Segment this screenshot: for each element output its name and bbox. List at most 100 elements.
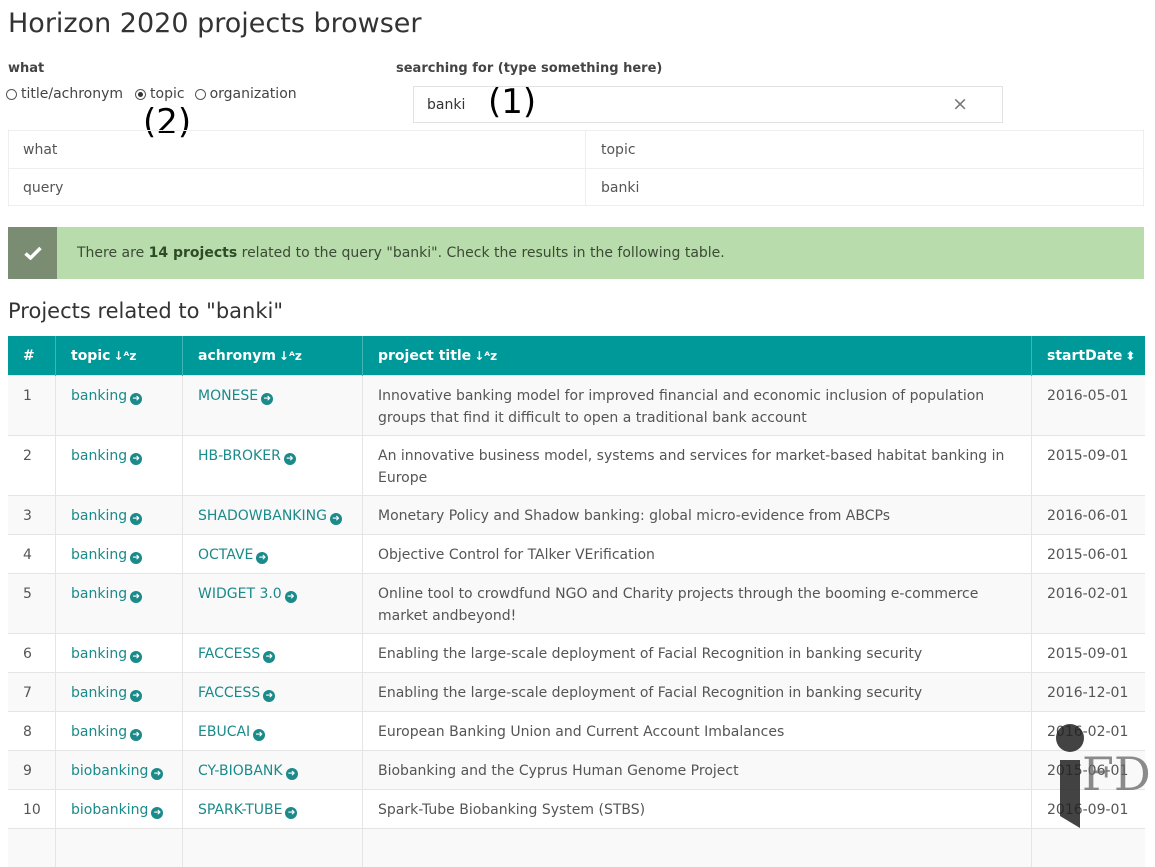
row-number: 2 [8, 436, 56, 496]
arrow-circle-right-icon[interactable]: ➜ [263, 651, 275, 663]
arrow-circle-right-icon[interactable]: ➜ [285, 807, 297, 819]
radio-circle[interactable] [135, 89, 146, 100]
arrow-circle-right-icon[interactable]: ➜ [130, 729, 142, 741]
arrow-circle-right-icon[interactable]: ➜ [253, 729, 265, 741]
table-row: 1banking➜MONESE➜Innovative banking model… [8, 376, 1145, 436]
row-start-date: 2015-09-01 [1032, 436, 1146, 496]
radio-label: title/achronym [21, 86, 123, 102]
topic-link[interactable]: banking➜ [71, 685, 142, 701]
row-project-title [363, 829, 1032, 867]
row-start-date: 2016-02-01 [1032, 574, 1146, 634]
row-acronym: FACCESS➜ [183, 673, 363, 712]
radio-circle[interactable] [6, 89, 17, 100]
table-row: 8 banking➜ EBUCAI➜ European Banking Union a… [8, 712, 1145, 751]
acronym-link[interactable]: HB-BROKER➜ [198, 448, 296, 464]
row-project-title: Innovative banking model for improved fi… [363, 376, 1032, 436]
topic-link[interactable]: banking➜ [71, 508, 142, 524]
arrow-circle-right-icon[interactable]: ➜ [130, 513, 142, 525]
acronym-link[interactable]: SHADOWBANKING➜ [198, 508, 342, 524]
search-label: searching for (type something here) [396, 61, 662, 76]
header-topic[interactable]: topic↓ᴬᴢ [56, 336, 183, 376]
row-start-date: 2016-05-01 [1032, 376, 1146, 436]
arrow-circle-right-icon[interactable]: ➜ [130, 651, 142, 663]
results-heading: Projects related to "banki" [8, 299, 283, 323]
radio-circle[interactable] [195, 89, 206, 100]
arrow-circle-right-icon[interactable]: ➜ [130, 453, 142, 465]
row-project-title: Monetary Policy and Shadow banking: glob… [363, 496, 1032, 535]
row-topic: banking➜ [56, 673, 183, 712]
summary-key: what [8, 131, 586, 169]
radio-title-achronym[interactable]: title/achronym [6, 86, 123, 102]
alert-suffix: related to the query "banki". Check the … [237, 245, 725, 261]
acronym-link[interactable]: CY-BIOBANK➜ [198, 763, 298, 779]
header-start-date[interactable]: startDate⬍ [1032, 336, 1146, 376]
topic-link[interactable]: banking➜ [71, 448, 142, 464]
acronym-link[interactable]: WIDGET 3.0➜ [198, 586, 297, 602]
row-start-date: 2016-09-01 [1032, 790, 1146, 829]
row-start-date: 2016-02-01 [1032, 712, 1146, 751]
arrow-circle-right-icon[interactable]: ➜ [130, 552, 142, 564]
acronym-link[interactable]: FACCESS➜ [198, 646, 275, 662]
summary-row: what topic [8, 131, 1144, 169]
sort-alpha-icon[interactable]: ↓ᴬᴢ [279, 349, 302, 363]
results-table: # topic↓ᴬᴢ achronym↓ᴬᴢ project title↓ᴬᴢ … [8, 336, 1145, 867]
row-start-date: 2015-06-01 [1032, 751, 1146, 790]
what-label: what [8, 61, 44, 76]
acronym-link[interactable]: FACCESS➜ [198, 685, 275, 701]
arrow-circle-right-icon[interactable]: ➜ [256, 552, 268, 564]
table-row: 2banking➜HB-BROKER➜An innovative busines… [8, 436, 1145, 496]
arrow-circle-right-icon[interactable]: ➜ [130, 393, 142, 405]
arrow-circle-right-icon[interactable]: ➜ [286, 768, 298, 780]
arrow-circle-right-icon[interactable]: ➜ [151, 807, 163, 819]
row-number: 8 [8, 712, 56, 751]
row-acronym: SHADOWBANKING➜ [183, 496, 363, 535]
row-number: 9 [8, 751, 56, 790]
results-alert: There are 14 projects related to the que… [8, 227, 1144, 279]
row-number: 6 [8, 634, 56, 673]
sort-alpha-icon[interactable]: ↓ᴬᴢ [474, 349, 497, 363]
radio-topic[interactable]: topic [135, 86, 185, 102]
row-topic: biobanking➜ [56, 790, 183, 829]
row-project-title: European Banking Union and Current Accou… [363, 712, 1032, 751]
topic-link[interactable]: biobanking➜ [71, 763, 163, 779]
row-acronym [183, 829, 363, 867]
arrow-circle-right-icon[interactable]: ➜ [261, 393, 273, 405]
arrow-circle-right-icon[interactable]: ➜ [284, 453, 296, 465]
row-number [8, 829, 56, 867]
row-project-title: Enabling the large-scale deployment of F… [363, 634, 1032, 673]
topic-link[interactable]: banking➜ [71, 724, 142, 740]
row-topic: biobanking➜ [56, 751, 183, 790]
table-row: 3banking➜SHADOWBANKING➜Monetary Policy a… [8, 496, 1145, 535]
radio-label: topic [150, 86, 185, 102]
row-number: 10 [8, 790, 56, 829]
sort-alpha-icon[interactable]: ↓ᴬᴢ [113, 349, 136, 363]
arrow-circle-right-icon[interactable]: ➜ [130, 690, 142, 702]
table-row: 9biobanking➜CY-BIOBANK➜Biobanking and th… [8, 751, 1145, 790]
row-acronym: WIDGET 3.0➜ [183, 574, 363, 634]
topic-link[interactable]: biobanking➜ [71, 802, 163, 818]
acronym-link[interactable]: SPARK-TUBE➜ [198, 802, 297, 818]
topic-link[interactable]: banking➜ [71, 547, 142, 563]
radio-organization[interactable]: organization [195, 86, 297, 102]
acronym-link[interactable]: EBUCAI➜ [198, 724, 265, 740]
row-start-date: 2016-12-01 [1032, 673, 1146, 712]
acronym-link[interactable]: MONESE➜ [198, 388, 273, 404]
arrow-circle-right-icon[interactable]: ➜ [285, 591, 297, 603]
arrow-circle-right-icon[interactable]: ➜ [330, 513, 342, 525]
sort-icon[interactable]: ⬍ [1125, 349, 1135, 363]
clear-search-icon[interactable]: × [952, 95, 968, 114]
arrow-circle-right-icon[interactable]: ➜ [263, 690, 275, 702]
arrow-circle-right-icon[interactable]: ➜ [130, 591, 142, 603]
results-body: 1banking➜MONESE➜Innovative banking model… [8, 376, 1145, 867]
row-acronym: HB-BROKER➜ [183, 436, 363, 496]
acronym-link[interactable]: OCTAVE➜ [198, 547, 268, 563]
topic-link[interactable]: banking➜ [71, 646, 142, 662]
row-topic: banking➜ [56, 712, 183, 751]
header-acronym[interactable]: achronym↓ᴬᴢ [183, 336, 363, 376]
topic-link[interactable]: banking➜ [71, 586, 142, 602]
arrow-circle-right-icon[interactable]: ➜ [151, 768, 163, 780]
header-number: # [8, 336, 56, 376]
row-start-date: 2015-09-01 [1032, 634, 1146, 673]
header-project-title[interactable]: project title↓ᴬᴢ [363, 336, 1032, 376]
topic-link[interactable]: banking➜ [71, 388, 142, 404]
